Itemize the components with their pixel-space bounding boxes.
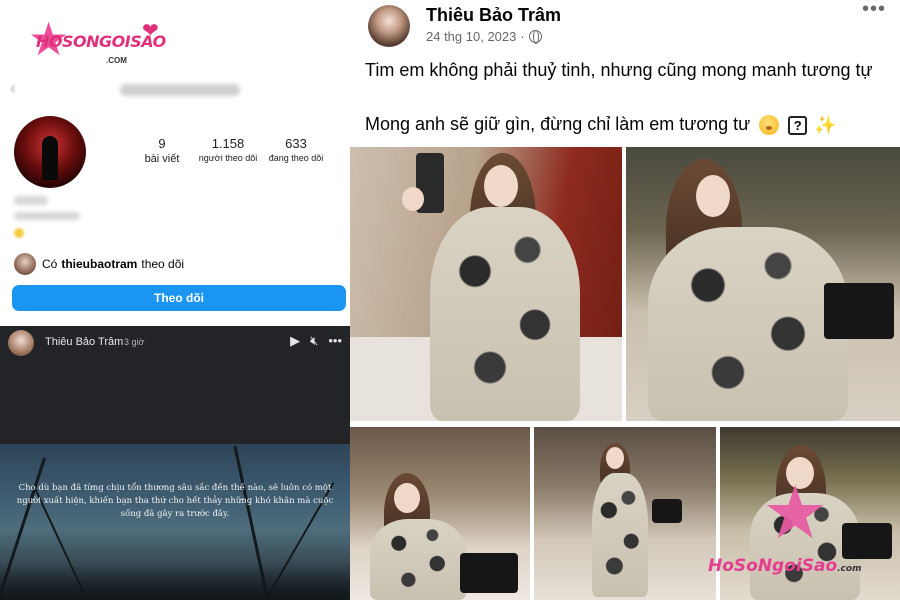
stat-value: 633: [285, 136, 307, 151]
site-logo: ★ HOSONGOISAO ❤ .COM: [22, 14, 172, 76]
stat-label: bài viết: [144, 153, 180, 165]
post-date[interactable]: 24 thg 10, 2023: [426, 29, 516, 44]
star-icon: ★: [762, 471, 829, 554]
followed-by[interactable]: Có thieubaotram theo dõi: [14, 252, 184, 276]
profile-avatar[interactable]: [14, 116, 86, 188]
sparkles-icon: ✨: [814, 115, 837, 136]
face-icon: [759, 115, 780, 136]
more-options-icon[interactable]: •••: [862, 0, 886, 21]
stat-followers[interactable]: 1.158 người theo dõi: [196, 136, 260, 163]
follower-avatar: [14, 253, 36, 275]
post-photo-1[interactable]: [350, 147, 622, 421]
site-watermark: ★ HoSoNgoiSao.com: [708, 476, 894, 592]
question-box-icon: ?: [788, 115, 808, 135]
post-photo-2[interactable]: [626, 147, 900, 421]
stat-posts[interactable]: 9 bài viết: [140, 136, 184, 165]
post-text-line-2: Mong anh sẽ giữ gìn, đừng chỉ làm em tươ…: [365, 113, 837, 136]
mute-icon[interactable]: 🔇︎: [310, 333, 318, 349]
story-time: 3 giờ: [124, 337, 145, 347]
follower-username[interactable]: thieubaotram: [61, 257, 137, 271]
watermark-text: HoSoNgoiSao.com: [708, 556, 861, 576]
stat-label: đang theo dõi: [268, 153, 324, 163]
heart-swoosh-icon: ❤: [142, 20, 159, 42]
post-author-avatar[interactable]: [368, 5, 410, 47]
stat-label: người theo dõi: [198, 153, 258, 163]
stat-value: 9: [158, 136, 166, 151]
story-avatar[interactable]: [8, 330, 34, 356]
story-background-image: [0, 444, 350, 600]
globe-icon: [528, 30, 542, 44]
logo-domain: .COM: [106, 56, 127, 65]
post-photo-3[interactable]: [350, 427, 530, 600]
post-photo-4[interactable]: [534, 427, 716, 600]
story-author[interactable]: Thiêu Bảo Trâm: [45, 336, 123, 348]
stat-following[interactable]: 633 đang theo dõi: [264, 136, 328, 163]
post-text-line-1: Tim em không phải thuỷ tinh, nhưng cũng …: [365, 60, 873, 80]
blurred-bio: [14, 212, 80, 220]
watermark-brand: HoSoNgoiSao: [708, 556, 838, 576]
profile-topbar: ‹: [0, 74, 356, 104]
story-controls: ▶ 🔇︎ •••: [290, 333, 342, 349]
meta-separator: ·: [520, 29, 525, 44]
follow-button[interactable]: Theo dõi: [12, 285, 346, 311]
blurred-username: [120, 84, 240, 96]
post-text: Mong anh sẽ giữ gìn, đừng chỉ làm em tươ…: [365, 114, 751, 134]
followed-suffix: theo dõi: [141, 257, 185, 271]
story-caption: Cho dù bạn đã từng chịu tổn thương sâu s…: [16, 483, 334, 519]
instagram-profile-panel: ★ HOSONGOISAO ❤ .COM ‹ 9 bài viết 1.158 …: [0, 0, 356, 326]
post-author[interactable]: Thiêu Bảo Trâm: [426, 5, 561, 26]
story-header-area: Thiêu Bảo Trâm 3 giờ ▶ 🔇︎ •••: [0, 326, 350, 444]
followed-prefix: Có: [42, 257, 58, 271]
blurred-display-name: [14, 196, 48, 205]
back-arrow-icon[interactable]: ‹: [10, 78, 16, 99]
watermark-domain: .com: [837, 564, 862, 574]
play-icon[interactable]: ▶: [290, 333, 300, 349]
more-icon[interactable]: •••: [328, 333, 342, 349]
stat-value: 1.158: [211, 136, 245, 151]
blurred-emoji: [14, 228, 24, 238]
post-meta: 24 thg 10, 2023 ·: [426, 29, 542, 44]
story-panel: Thiêu Bảo Trâm 3 giờ ▶ 🔇︎ ••• Cho dù bạn…: [0, 326, 350, 600]
